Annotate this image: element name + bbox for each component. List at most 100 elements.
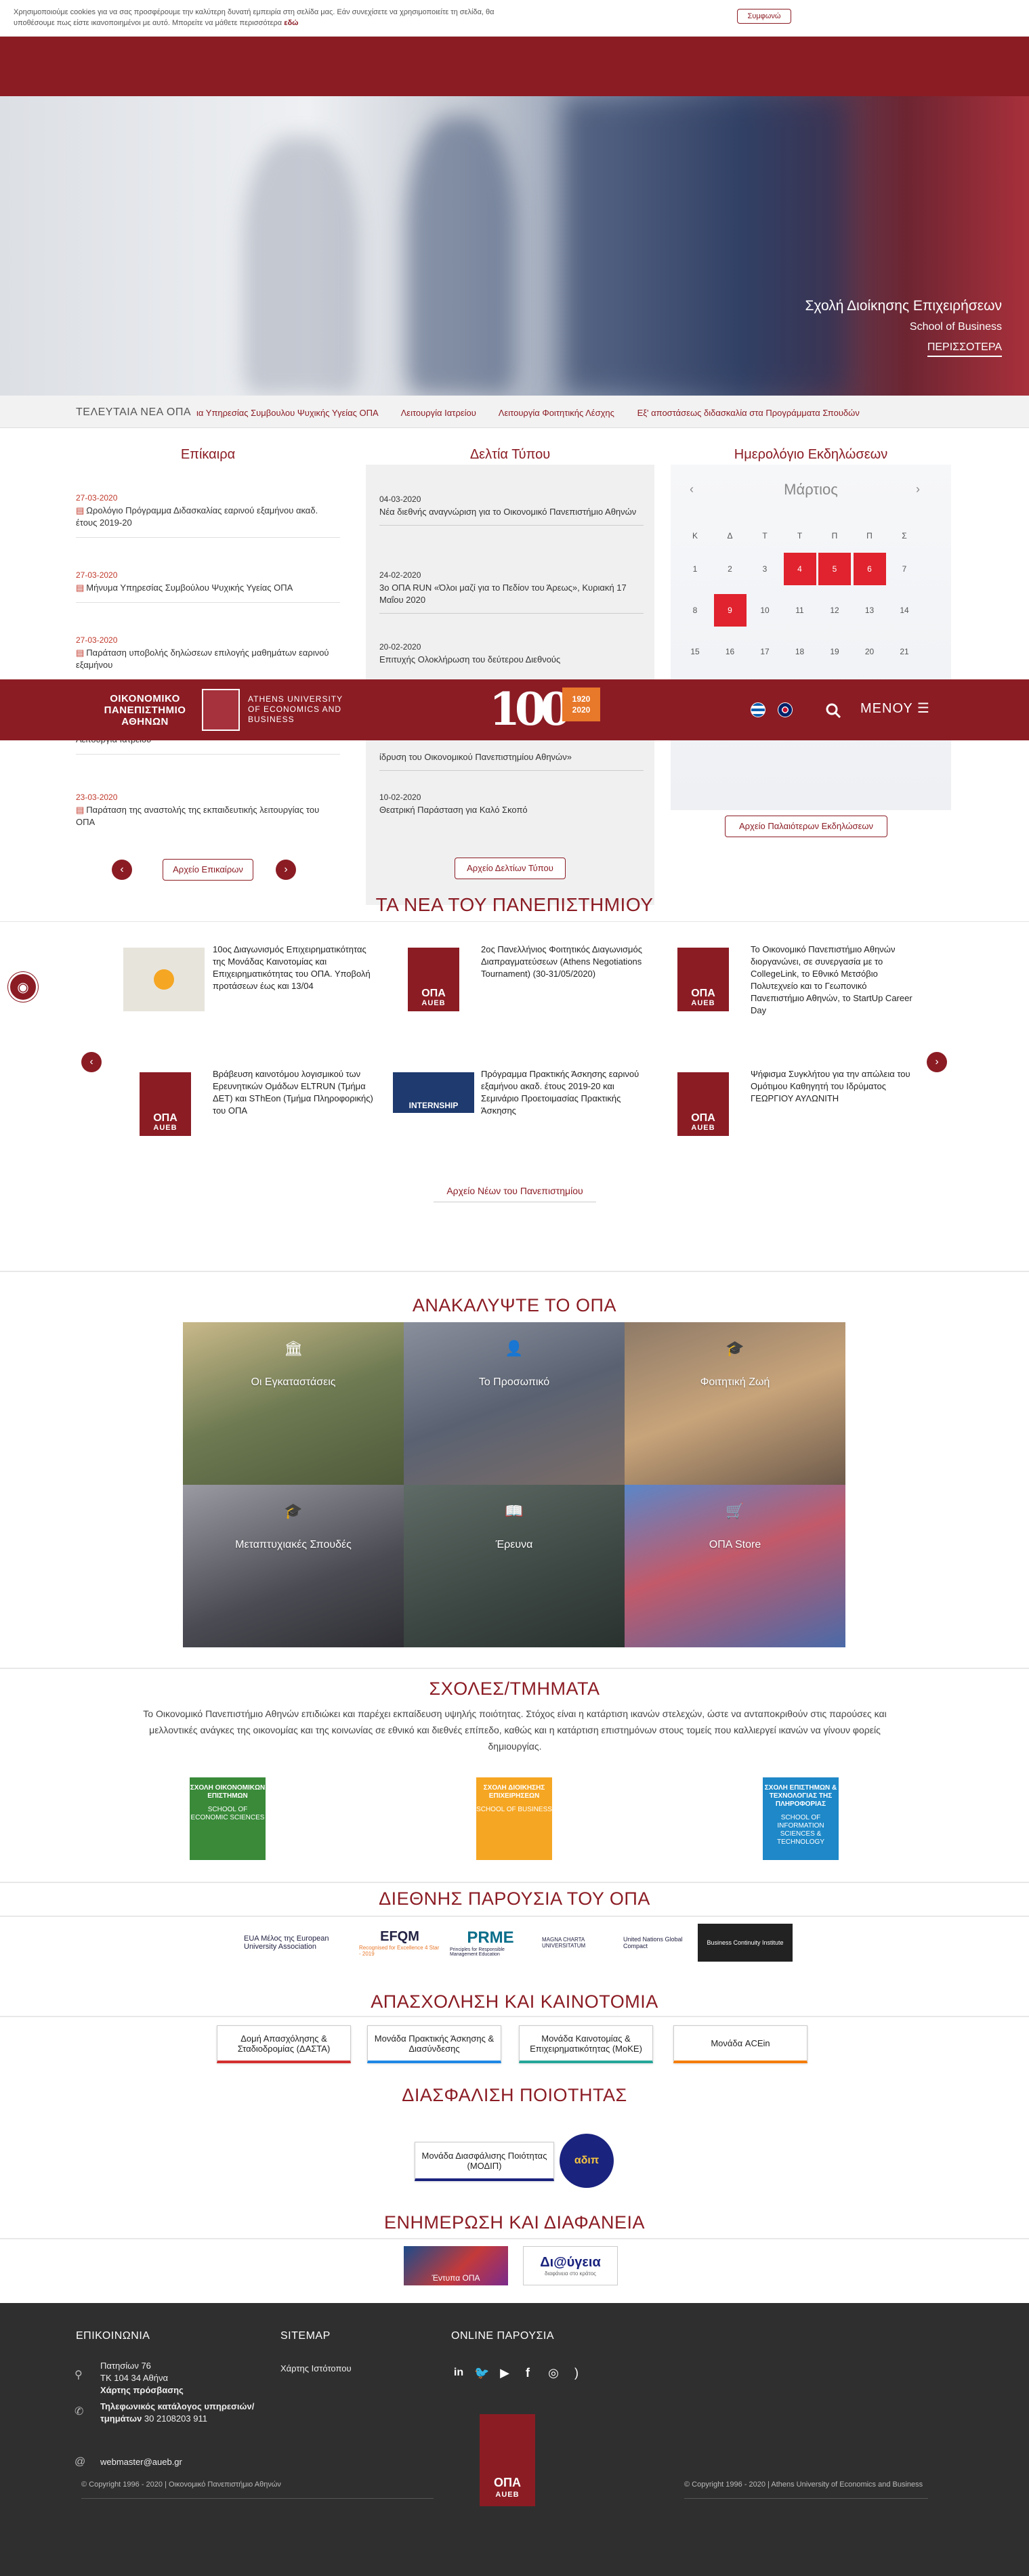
youtube-icon[interactable]: ▶ (497, 2365, 512, 2380)
uni-news-item[interactable]: ΟΠΑ AUEB 2ος Πανελλήνιος Φοιτητικός Διαγω… (406, 944, 664, 1018)
uni-news-item[interactable]: INTERNSHIP Πρόγραμμα Πρακτικής Άσκησης ε… (393, 1068, 650, 1143)
uni-news-item[interactable]: 10ος Διαγωνισμός Επιχειρηματικότητας της… (123, 944, 381, 1018)
news-next-button[interactable]: › (276, 860, 296, 880)
calendar-day[interactable]: 3 (749, 553, 781, 585)
diavgeia-link[interactable]: Δι@ύγεια διαφάνεια στο κράτος (523, 2246, 618, 2285)
footer-email[interactable]: webmaster@aueb.gr (100, 2456, 182, 2468)
footer-sitemap-title: SITEMAP (280, 2330, 331, 2342)
employment-link-moke[interactable]: Μονάδα Καινοτομίας & Επιχειρηματικότητας… (519, 2025, 653, 2063)
hero-more-link[interactable]: ΠΕΡΙΣΣΟΤΕΡΑ (927, 341, 1002, 357)
pdf-icon: ▤ (76, 648, 85, 658)
eua-logo[interactable]: EUA Μέλος της European University Associ… (244, 1924, 345, 1962)
calendar-day[interactable]: 15 (679, 635, 711, 668)
cookie-accept-button[interactable]: Συμφωνώ (737, 9, 791, 24)
calendar-day[interactable]: 9 (713, 594, 747, 627)
press-item[interactable]: ίδρυση του Οικονομικού Πανεπιστημίου Αθη… (379, 749, 644, 771)
employment-link-dasta[interactable]: Δομή Απασχόλησης & Σταδιοδρομίας (ΔΑΣΤΑ) (217, 2025, 351, 2063)
tile-staff[interactable]: 👤 Το Προσωπικό (404, 1322, 625, 1485)
calendar-day[interactable]: 10 (749, 594, 781, 627)
modip-link[interactable]: Μονάδα Διασφάλισης Ποιότητας (ΜΟΔΙΠ) (415, 2142, 554, 2181)
calendar-day[interactable]: 16 (714, 635, 747, 668)
tile-research[interactable]: 📖 Έρευνα (404, 1485, 625, 1647)
calendar-day[interactable]: 7 (888, 553, 921, 585)
calendar-archive-button[interactable]: Αρχείο Παλαιότερων Εκδηλώσεων (725, 816, 887, 837)
pdf-icon: ▤ (76, 583, 85, 593)
calendar-day[interactable]: 20 (854, 635, 886, 668)
uni-news-item[interactable]: ΟΠΑ AUEB Ψήφισμα Συγκλήτου για την απώλει… (677, 1068, 935, 1143)
calendar-day[interactable]: 2 (714, 553, 747, 585)
linkedin-icon[interactable]: in (451, 2365, 466, 2380)
news-item[interactable]: 27-03-2020 ▤ Παράταση υποβολής δηλώσεων ε… (76, 635, 340, 671)
uni-news-archive-link[interactable]: Αρχείο Νέων του Πανεπιστημίου (434, 1185, 596, 1202)
un-global-compact-logo[interactable]: United Nations Global Compact (623, 1924, 691, 1962)
magna-charta-logo[interactable]: MAGNA CHARTA UNIVERSITATUM (542, 1924, 610, 1962)
print-publications-link[interactable]: Έντυπα ΟΠΑ (404, 2246, 508, 2285)
pdf-icon: ▤ (76, 505, 85, 515)
calendar-day[interactable]: 12 (818, 594, 851, 627)
search-icon[interactable] (825, 702, 841, 719)
employment-link-internship[interactable]: Μονάδα Πρακτικής Άσκησης & Διασύνδεσης (367, 2025, 501, 2063)
centenary-logo[interactable]: 100 1920 2020 (489, 685, 603, 734)
calendar-day[interactable]: 13 (854, 594, 886, 627)
tile-opa-store[interactable]: 🛒 ΟΠΑ Store (625, 1485, 845, 1647)
news-item[interactable]: 27-03-2020 ▤ Μήνυμα Υπηρεσίας Συμβούλου Ψ… (76, 570, 340, 603)
uni-news-prev-button[interactable]: ‹ (81, 1052, 102, 1072)
hqa-logo[interactable]: αδιπ (560, 2134, 614, 2188)
footer-access-link[interactable]: Χάρτης πρόσβασης (100, 2385, 184, 2395)
ticker-item[interactable]: Εξ' αποστάσεως διδασκαλία στα Προγράμματ… (637, 408, 860, 418)
calendar-day[interactable]: 21 (888, 635, 921, 668)
school-business-logo[interactable]: ΣΧΟΛΗ ΔΙΟΙΚΗΣΗΣ ΕΠΙΧΕΙΡΗΣΕΩΝ SCHOOL OF BU… (476, 1777, 552, 1860)
facebook-icon[interactable]: f (520, 2365, 535, 2380)
press-item[interactable]: 20-02-2020 Επιτυχής Ολοκλήρωση του δεύτε… (379, 642, 644, 666)
school-economics-logo[interactable]: ΣΧΟΛΗ ΟΙΚΟΝΟΜΙΚΩΝ ΕΠΙΣΤΗΜΩΝ SCHOOL OF ECO… (190, 1777, 266, 1860)
rss-icon[interactable]: ) (569, 2365, 584, 2380)
calendar-day[interactable]: 6 (853, 553, 886, 585)
calendar-day[interactable]: 14 (888, 594, 921, 627)
uni-news-item[interactable]: ΟΠΑ AUEB Βράβευση καινοτόμου λογισμικού τ… (140, 1068, 397, 1143)
calendar-day[interactable]: 1 (679, 553, 711, 585)
opa-logo: ΟΠΑ AUEB (408, 948, 459, 1011)
menu-button[interactable]: ΜΕΝΟΥ ☰ (860, 700, 930, 717)
uni-news-item-title: Ψήφισμα Συγκλήτου για την απώλεια του Ομ… (751, 1069, 910, 1103)
calendar-next-icon[interactable]: › (916, 482, 920, 497)
uni-news-item[interactable]: ΟΠΑ AUEB Το Οικονομικό Πανεπιστήμιο Αθηνώ… (677, 944, 935, 1018)
news-item[interactable]: 23-03-2020 ▤ Παράταση της αναστολής της ε… (76, 793, 340, 828)
calendar-day[interactable]: 18 (784, 635, 816, 668)
calendar-day[interactable]: 17 (749, 635, 781, 668)
greek-flag-icon[interactable] (751, 702, 765, 717)
employment-link-acein[interactable]: Μονάδα ACEin (673, 2025, 807, 2063)
calendar-day[interactable]: 11 (784, 594, 816, 627)
prme-logo[interactable]: PRME Principles for Responsible Managemen… (450, 1924, 531, 1962)
efqm-logo[interactable]: EFQM Recognised for Excellence 4 Star - 2… (359, 1924, 440, 1962)
instagram-icon[interactable]: ◎ (546, 2365, 561, 2380)
calendar-day[interactable]: 19 (818, 635, 851, 668)
press-item[interactable]: 04-03-2020 Νέα διεθνής αναγνώριση για το… (379, 494, 644, 526)
calendar-day[interactable]: 4 (783, 553, 816, 585)
news-archive-button[interactable]: Αρχείο Επικαίρων (163, 859, 253, 881)
press-item[interactable]: 10-02-2020 Θεατρική Παράσταση για Καλό Σ… (379, 793, 644, 816)
news-prev-button[interactable]: ‹ (112, 860, 132, 880)
bci-logo[interactable]: Business Continuity Institute (698, 1924, 793, 1962)
twitter-icon[interactable]: 🐦 (474, 2365, 489, 2380)
building-icon: 🏛 (284, 1340, 303, 1357)
ticker-item[interactable]: Λειτουργία Φοιτητικής Λέσχης (499, 408, 614, 418)
press-item[interactable]: 24-02-2020 3ο ΟΠΑ RUN «Όλοι μαζί για το … (379, 570, 644, 614)
cookie-more-link[interactable]: εδώ (284, 19, 298, 27)
calendar-day[interactable]: 5 (818, 553, 851, 585)
tile-postgraduate[interactable]: 🎓 Μεταπτυχιακές Σπουδές (183, 1485, 404, 1647)
ticker-item[interactable]: ια Υπηρεσίας Συμβουλου Ψυχικής Υγείας ΟΠ… (196, 408, 379, 418)
ticker-item[interactable]: Λειτουργία Ιατρείου (401, 408, 476, 418)
news-item[interactable]: 27-03-2020 ▤ Ωρολόγιο Πρόγραμμα Διδασκαλί… (76, 493, 340, 538)
news-item-title: Παράταση υποβολής δηλώσεων επιλογής μαθη… (76, 648, 329, 670)
tile-facilities[interactable]: 🏛 Οι Εγκαταστάσεις (183, 1322, 404, 1485)
tile-student-life[interactable]: 🎓 Φοιτητική Ζωή (625, 1322, 845, 1485)
uk-flag-icon[interactable] (778, 702, 793, 717)
footer-sitemap-link[interactable]: Χάρτης Ιστότοπου (280, 2363, 352, 2375)
school-informatics-logo[interactable]: ΣΧΟΛΗ ΕΠΙΣΤΗΜΩΝ & ΤΕΧΝΟΛΟΓΙΑΣ ΤΗΣ ΠΛΗΡΟΦ… (763, 1777, 839, 1860)
press-item-title: Νέα διεθνής αναγνώριση για το Οικονομικό… (379, 507, 637, 517)
phone-icon: ✆ (75, 2406, 84, 2417)
calendar-day[interactable]: 8 (679, 594, 711, 627)
university-logo[interactable]: ΟΙΚΟΝΟΜΙΚΟ ΠΑΝΕΠΙΣΤΗΜΙΟ ΑΘΗΝΩΝ ATHENS UN… (95, 689, 352, 731)
press-archive-button[interactable]: Αρχείο Δελτίων Τύπου (455, 858, 566, 879)
accessibility-icon[interactable]: ◉ (8, 972, 38, 1002)
